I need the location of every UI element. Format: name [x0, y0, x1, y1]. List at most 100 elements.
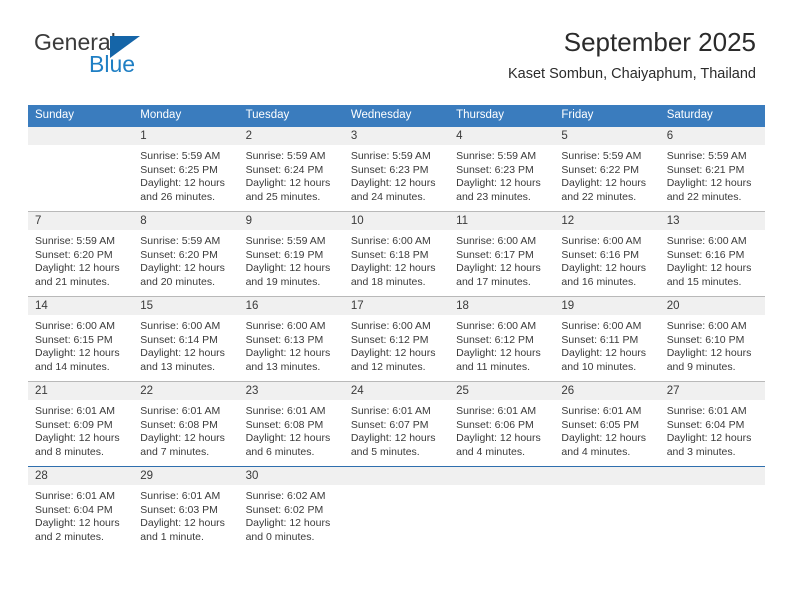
daylight-text-line1: Daylight: 12 hours: [35, 517, 120, 530]
day-details: Sunrise: 6:00 AM Sunset: 6:14 PM Daylight:…: [133, 315, 238, 374]
daylight-text-line2: and 22 minutes.: [666, 190, 742, 203]
day-cell[interactable]: 11 Sunrise: 6:00 AM Sunset: 6:17 PM Dayligh…: [449, 211, 555, 297]
daylight-text-line2: and 15 minutes.: [666, 275, 742, 288]
day-number: 15: [133, 297, 239, 315]
daylight-text-line1: Daylight: 12 hours: [245, 177, 331, 190]
day-cell[interactable]: 3 Sunrise: 5:59 AM Sunset: 6:23 PM Daylight…: [343, 127, 450, 212]
sunrise-text: Sunrise: 6:01 AM: [35, 490, 115, 502]
day-number: 19: [554, 297, 660, 315]
day-cell[interactable]: 9 Sunrise: 5:59 AM Sunset: 6:19 PM Daylight…: [238, 211, 344, 297]
day-cell[interactable]: 24 Sunrise: 6:01 AM Sunset: 6:07 PM Dayligh…: [343, 381, 450, 467]
sunset-text: Sunset: 6:25 PM: [140, 163, 218, 176]
day-cell[interactable]: 29 Sunrise: 6:01 AM Sunset: 6:03 PM Dayligh…: [133, 466, 239, 551]
day-number: 2: [238, 127, 344, 145]
day-cell[interactable]: 7 Sunrise: 5:59 AM Sunset: 6:20 PM Daylight…: [28, 211, 134, 297]
day-cell[interactable]: 10 Sunrise: 6:00 AM Sunset: 6:18 PM Dayligh…: [343, 211, 450, 297]
day-cell[interactable]: 4 Sunrise: 5:59 AM Sunset: 6:23 PM Daylight…: [449, 127, 555, 212]
day-cell[interactable]: 1 Sunrise: 5:59 AM Sunset: 6:25 PM Daylight…: [133, 127, 239, 212]
sunrise-text: Sunrise: 5:59 AM: [561, 150, 642, 162]
sunset-text: Sunset: 6:23 PM: [456, 163, 534, 176]
day-number: [449, 467, 555, 485]
day-cell[interactable]: 18 Sunrise: 6:00 AM Sunset: 6:12 PM Dayligh…: [449, 296, 555, 382]
day-cell[interactable]: [554, 466, 660, 551]
daylight-text-line2: and 3 minutes.: [666, 445, 736, 458]
day-number: 12: [554, 212, 660, 230]
sunrise-text: Sunrise: 5:59 AM: [140, 235, 221, 247]
day-cell[interactable]: 2 Sunrise: 5:59 AM Sunset: 6:24 PM Daylight…: [238, 127, 344, 212]
sunrise-text: Sunrise: 6:00 AM: [456, 320, 537, 332]
general-blue-logo[interactable]: General Blue: [34, 30, 214, 80]
day-cell[interactable]: 13 Sunrise: 6:00 AM Sunset: 6:16 PM Dayligh…: [659, 211, 765, 297]
day-cell[interactable]: 12 Sunrise: 6:00 AM Sunset: 6:16 PM Dayligh…: [554, 211, 660, 297]
day-cell[interactable]: 5 Sunrise: 5:59 AM Sunset: 6:22 PM Daylight…: [554, 127, 660, 212]
sunset-text: Sunset: 6:14 PM: [140, 333, 218, 346]
sunrise-text: Sunrise: 6:01 AM: [350, 405, 431, 417]
day-cell[interactable]: 21 Sunrise: 6:01 AM Sunset: 6:09 PM Dayligh…: [28, 381, 134, 467]
daylight-text-line1: Daylight: 12 hours: [561, 177, 647, 190]
daylight-text-line2: and 19 minutes.: [245, 275, 321, 288]
day-details: Sunrise: 5:59 AM Sunset: 6:25 PM Daylight:…: [133, 145, 238, 204]
day-number: 14: [28, 297, 134, 315]
day-cell[interactable]: 8 Sunrise: 5:59 AM Sunset: 6:20 PM Daylight…: [133, 211, 239, 297]
day-cell[interactable]: 14 Sunrise: 6:00 AM Sunset: 6:15 PM Dayligh…: [28, 296, 134, 382]
day-details: Sunrise: 6:00 AM Sunset: 6:13 PM Daylight:…: [239, 315, 344, 374]
daylight-text-line2: and 4 minutes.: [561, 445, 631, 458]
sunrise-text: Sunrise: 6:01 AM: [666, 405, 747, 417]
sunset-text: Sunset: 6:02 PM: [245, 503, 324, 516]
sunset-text: Sunset: 6:06 PM: [456, 418, 534, 431]
day-number: 24: [343, 382, 450, 400]
sunrise-text: Sunrise: 6:02 AM: [245, 490, 326, 502]
day-number: 23: [238, 382, 344, 400]
day-number: 16: [238, 297, 344, 315]
day-number: 8: [133, 212, 239, 230]
day-cell[interactable]: 25 Sunrise: 6:01 AM Sunset: 6:06 PM Dayligh…: [449, 381, 555, 467]
day-cell[interactable]: 28 Sunrise: 6:01 AM Sunset: 6:04 PM Dayligh…: [28, 466, 134, 551]
day-cell[interactable]: 19 Sunrise: 6:00 AM Sunset: 6:11 PM Dayligh…: [554, 296, 660, 382]
daylight-text-line2: and 25 minutes.: [245, 190, 321, 203]
day-number: 6: [659, 127, 765, 145]
day-cell[interactable]: 26 Sunrise: 6:01 AM Sunset: 6:05 PM Dayligh…: [554, 381, 660, 467]
day-details: Sunrise: 6:01 AM Sunset: 6:08 PM Daylight:…: [133, 400, 238, 459]
day-number: 3: [343, 127, 450, 145]
daylight-text-line2: and 17 minutes.: [456, 275, 531, 288]
day-cell[interactable]: 6 Sunrise: 5:59 AM Sunset: 6:21 PM Daylight…: [659, 127, 765, 212]
day-cell[interactable]: [28, 127, 134, 212]
sunrise-text: Sunrise: 6:00 AM: [666, 235, 747, 247]
daylight-text-line1: Daylight: 12 hours: [35, 347, 120, 360]
daylight-text-line2: and 5 minutes.: [350, 445, 420, 458]
day-cell[interactable]: 23 Sunrise: 6:01 AM Sunset: 6:08 PM Dayligh…: [238, 381, 344, 467]
daylight-text-line2: and 16 minutes.: [561, 275, 637, 288]
day-cell[interactable]: [343, 466, 450, 551]
day-number: 18: [449, 297, 555, 315]
sunset-text: Sunset: 6:15 PM: [35, 333, 113, 346]
daylight-text-line1: Daylight: 12 hours: [350, 347, 436, 360]
day-cell[interactable]: [659, 466, 765, 551]
day-details: Sunrise: 6:01 AM Sunset: 6:09 PM Daylight:…: [28, 400, 133, 459]
day-cell[interactable]: 22 Sunrise: 6:01 AM Sunset: 6:08 PM Dayligh…: [133, 381, 239, 467]
daylight-text-line1: Daylight: 12 hours: [350, 432, 436, 445]
sunrise-text: Sunrise: 6:01 AM: [456, 405, 537, 417]
sunrise-text: Sunrise: 6:00 AM: [561, 320, 642, 332]
day-details: [554, 485, 659, 490]
day-cell[interactable]: 20 Sunrise: 6:00 AM Sunset: 6:10 PM Dayligh…: [659, 296, 765, 382]
sunrise-text: Sunrise: 6:00 AM: [35, 320, 115, 332]
day-number: 20: [659, 297, 765, 315]
sunset-text: Sunset: 6:23 PM: [350, 163, 429, 176]
day-cell[interactable]: 15 Sunrise: 6:00 AM Sunset: 6:14 PM Dayligh…: [133, 296, 239, 382]
daylight-text-line2: and 6 minutes.: [245, 445, 315, 458]
day-details: [28, 145, 133, 150]
week-row: 21 Sunrise: 6:01 AM Sunset: 6:09 PM Dayligh…: [28, 381, 765, 467]
day-cell[interactable]: 16 Sunrise: 6:00 AM Sunset: 6:13 PM Dayligh…: [238, 296, 344, 382]
day-details: Sunrise: 5:59 AM Sunset: 6:20 PM Daylight:…: [28, 230, 133, 289]
weekday-header-wednesday: Wednesday: [343, 105, 450, 127]
day-details: Sunrise: 5:59 AM Sunset: 6:19 PM Daylight:…: [239, 230, 344, 289]
day-number: 5: [554, 127, 660, 145]
daylight-text-line2: and 8 minutes.: [35, 445, 104, 458]
daylight-text-line2: and 14 minutes.: [35, 360, 110, 373]
day-cell[interactable]: [449, 466, 555, 551]
day-cell[interactable]: 27 Sunrise: 6:01 AM Sunset: 6:04 PM Dayligh…: [659, 381, 765, 467]
sunrise-text: Sunrise: 6:01 AM: [561, 405, 642, 417]
logo-text-blue: Blue: [89, 51, 136, 77]
day-cell[interactable]: 17 Sunrise: 6:00 AM Sunset: 6:12 PM Dayligh…: [343, 296, 450, 382]
day-cell[interactable]: 30 Sunrise: 6:02 AM Sunset: 6:02 PM Dayligh…: [238, 466, 344, 551]
